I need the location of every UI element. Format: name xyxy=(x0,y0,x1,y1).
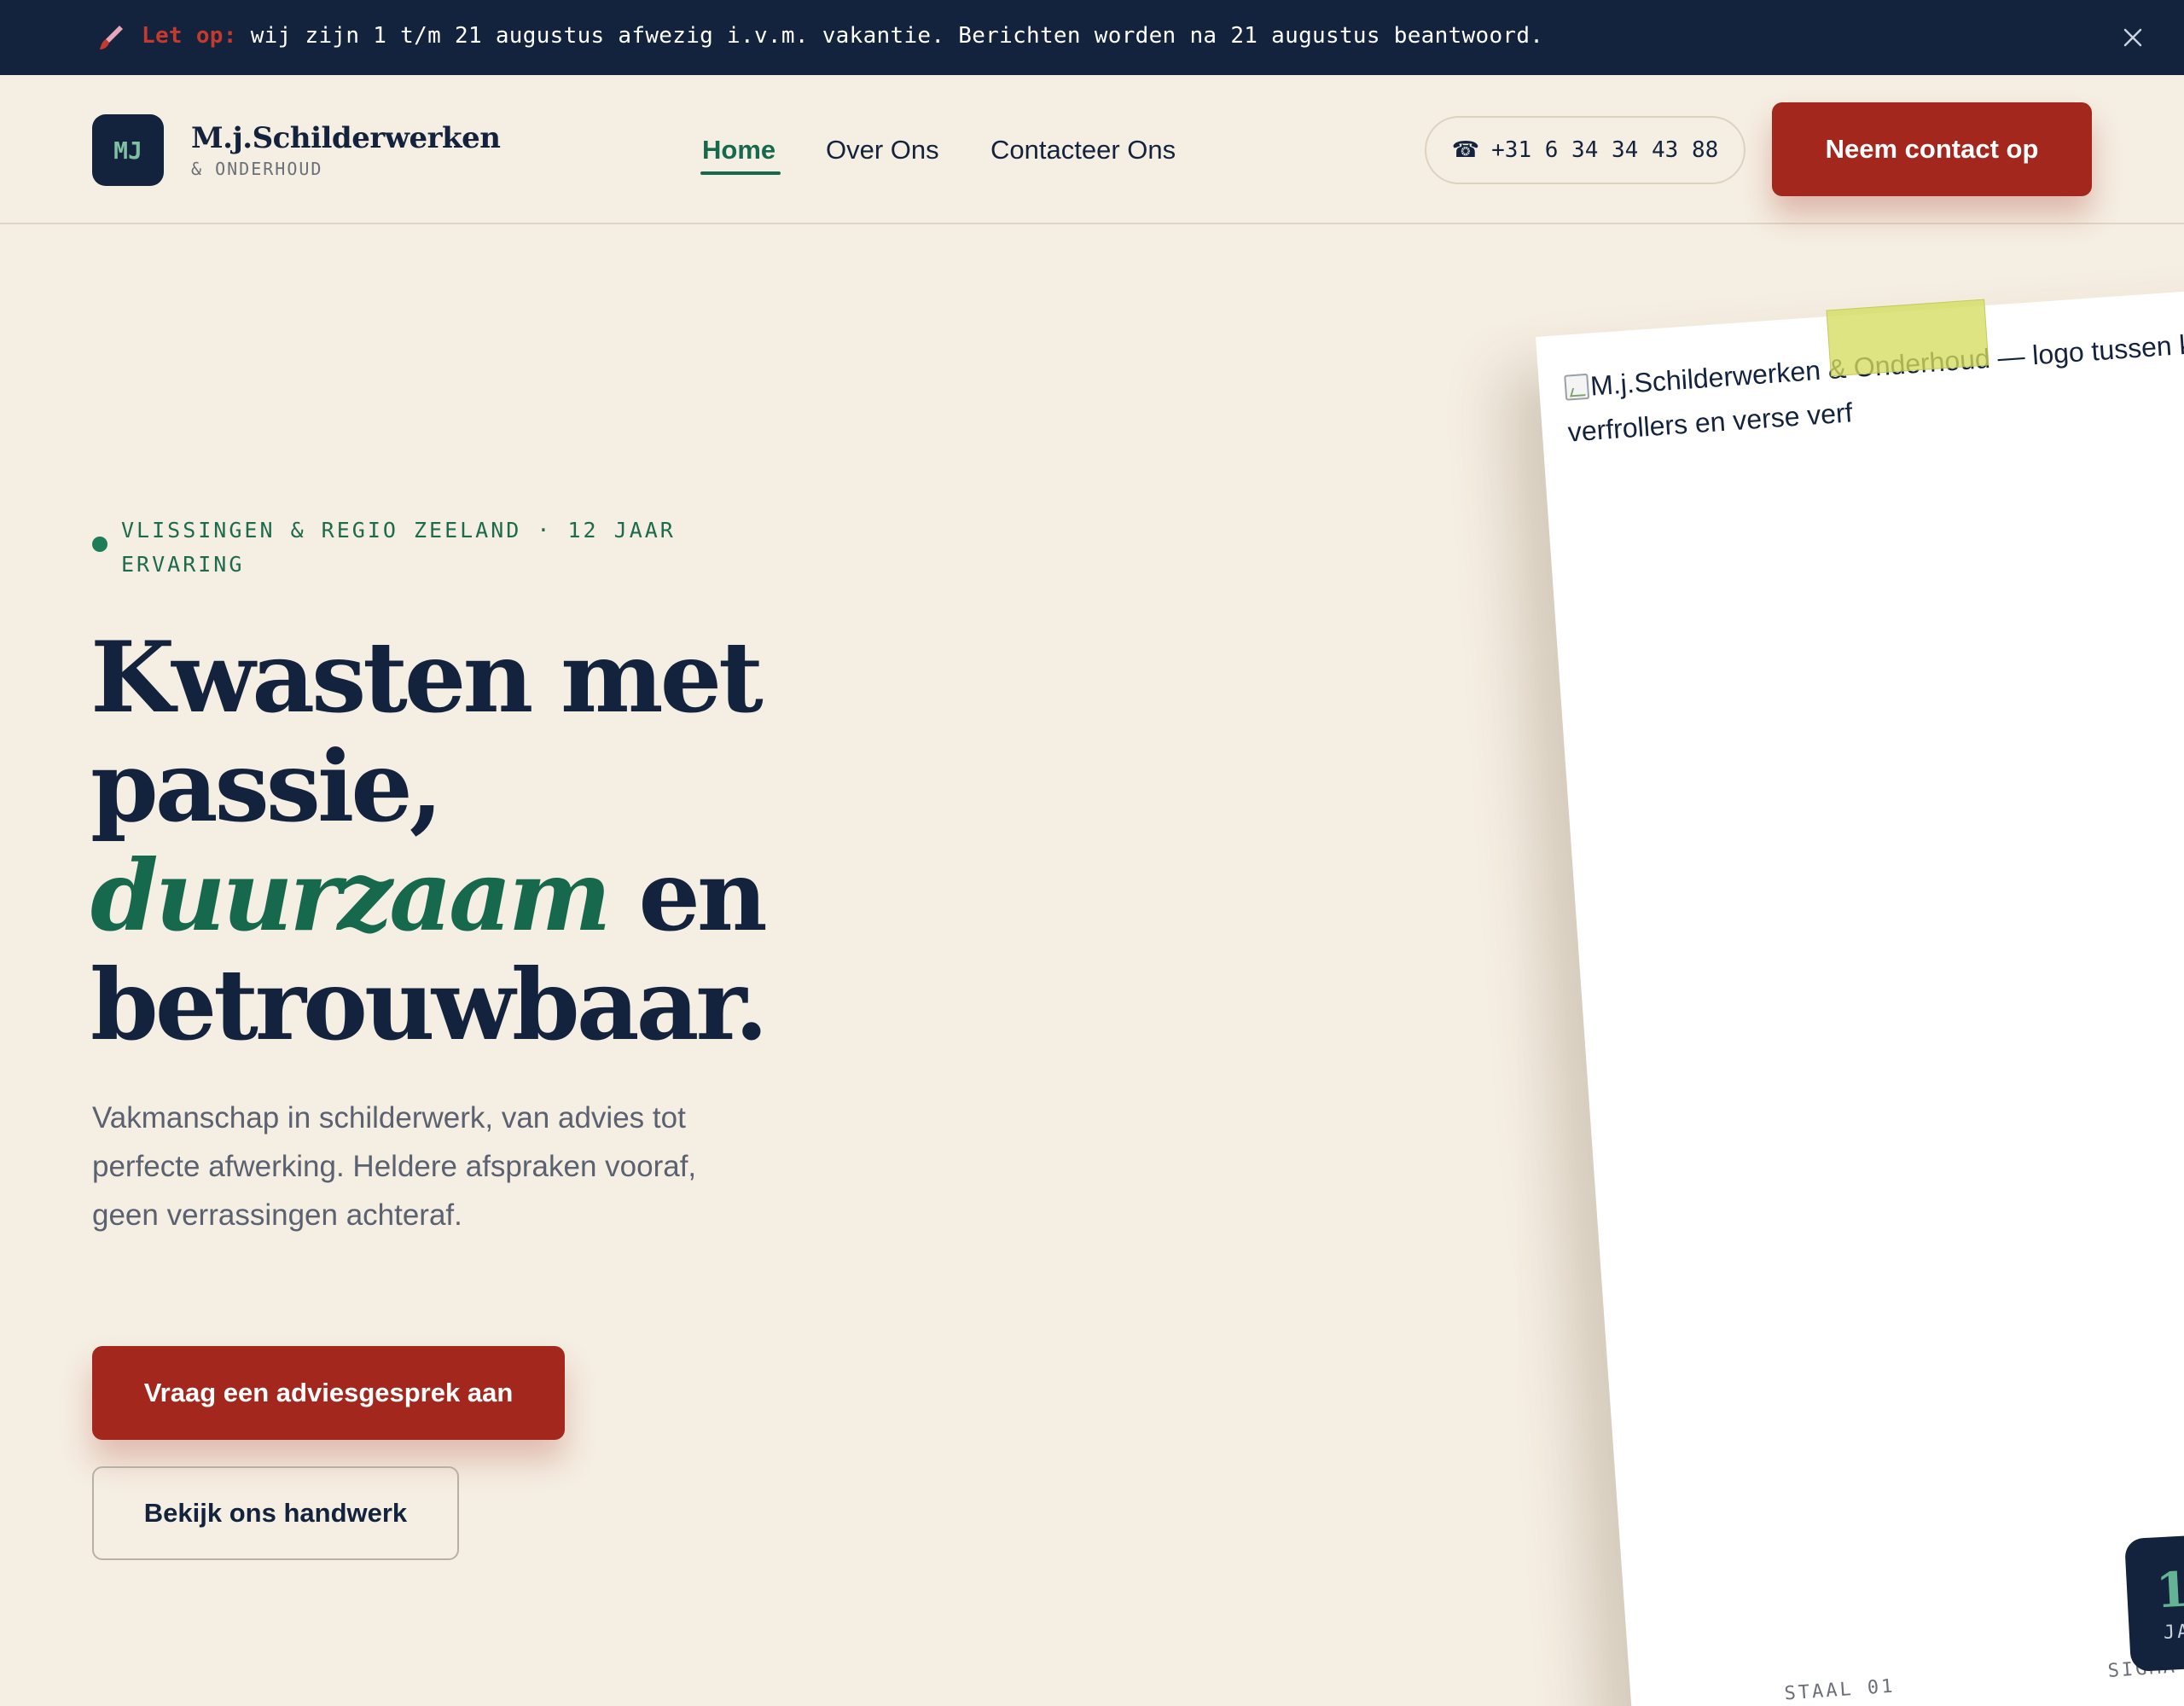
brand-name[interactable]: M.j.Schilderwerken xyxy=(191,121,501,155)
broken-image-icon xyxy=(1564,373,1590,401)
phone-number: +31 6 34 34 43 88 xyxy=(1491,137,1719,163)
view-work-button[interactable]: Bekijk ons handwerk xyxy=(92,1466,459,1560)
hero-lead: Vakmanschap in schilderwerk, van advies … xyxy=(92,1101,697,1232)
nav-item-contacteer-ons[interactable]: Contacteer Ons xyxy=(990,135,1176,165)
hero-eyebrow: VLISSINGEN & REGIO ZEELAND · 12 JAAR ERV… xyxy=(121,518,676,577)
hero-headline: Kwasten met passie, duurzaam en betrouwb… xyxy=(90,623,858,1059)
headline-part-1: Kwasten met passie, xyxy=(90,620,764,844)
advice-request-button[interactable]: Vraag een adviesgesprek aan xyxy=(92,1346,565,1440)
announcement-bar: Let op: wij zijn 1 t/m 21 augustus afwezi… xyxy=(0,0,2184,75)
contact-button[interactable]: Neem contact op xyxy=(1772,102,2092,196)
years-badge-label: JAAR xyxy=(2163,1619,2184,1645)
card-caption-left: STAAL 01 xyxy=(1783,1675,1896,1705)
phone-icon: ☎ xyxy=(1451,137,1480,163)
nav-item-over-ons[interactable]: Over Ons xyxy=(826,135,939,165)
logo-badge[interactable]: MJ xyxy=(92,114,164,186)
announcement-message: Let op: wij zijn 1 t/m 21 augustus afwezi… xyxy=(142,20,1543,51)
announcement-prefix: Let op: xyxy=(142,23,237,49)
phone-button[interactable]: ☎ +31 6 34 34 43 88 xyxy=(1425,116,1745,184)
years-badge-number: 12 xyxy=(2154,1559,2184,1620)
nav-active-indicator xyxy=(700,171,781,175)
paintbrush-icon xyxy=(100,26,123,49)
tape-decoration xyxy=(1826,299,1989,377)
hero-image-card: M.j.Schilderwerken & Onderhoud — logo tu… xyxy=(1536,278,2184,1706)
announcement-text: wij zijn 1 t/m 21 augustus afwezig i.v.m… xyxy=(250,23,1544,49)
site-header: MJ M.j.Schilderwerken & ONDERHOUD Home O… xyxy=(0,75,2184,224)
brand-subtitle: & ONDERHOUD xyxy=(191,159,323,179)
status-dot xyxy=(92,537,107,552)
close-icon[interactable] xyxy=(2114,19,2152,56)
nav-item-home[interactable]: Home xyxy=(702,135,775,165)
headline-emphasis: duurzaam xyxy=(90,838,612,953)
years-badge: 12 JAAR xyxy=(2124,1531,2184,1673)
